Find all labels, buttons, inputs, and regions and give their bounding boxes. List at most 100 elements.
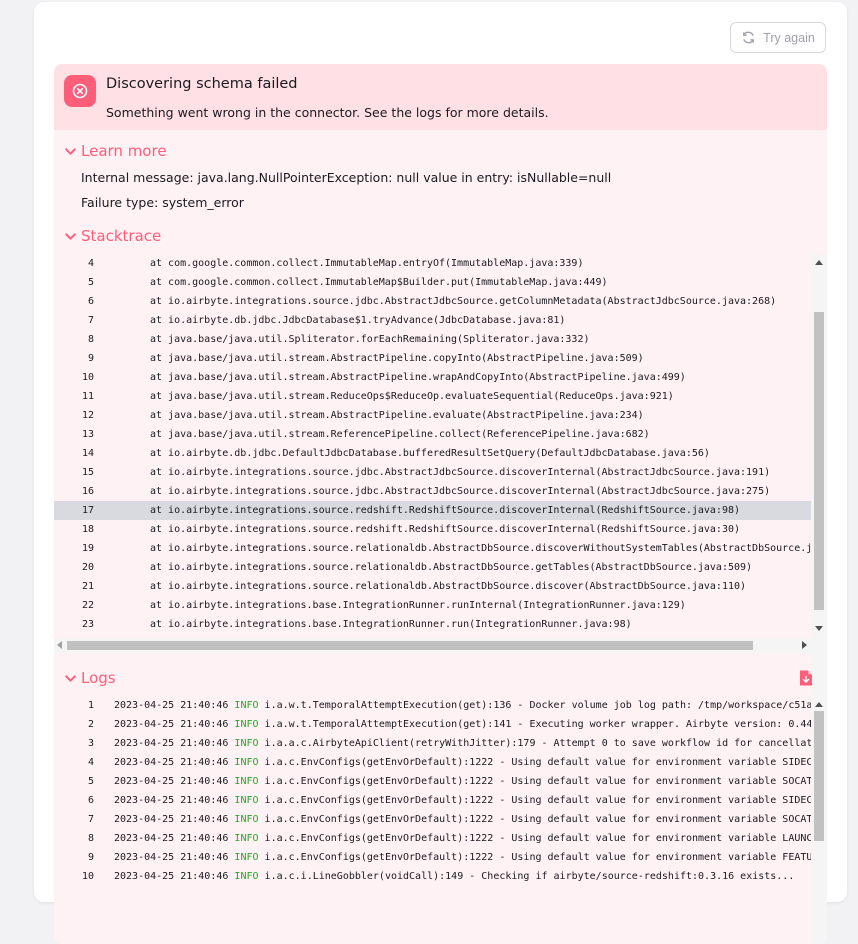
log-line: 9 2023-04-25 21:40:46 INFO i.a.c.EnvConfi… (54, 848, 811, 867)
log-timestamp: 2023-04-25 21:40:46 (114, 871, 229, 882)
line-number: 2 (87, 719, 94, 730)
stacktrace-horizontal-scrollbar[interactable] (54, 638, 811, 653)
line-number: 6 (87, 795, 94, 806)
line-number: 17 (81, 505, 94, 516)
line-text: at java.base/java.util.stream.AbstractPi… (150, 410, 644, 421)
log-line: 10 2023-04-25 21:40:46 INFO i.a.c.i.LineG… (54, 867, 811, 886)
log-line: 5 2023-04-25 21:40:46 INFO i.a.c.EnvConfi… (54, 772, 811, 791)
log-level: INFO (234, 833, 259, 844)
log-line: 4 2023-04-25 21:40:46 INFO i.a.c.EnvConfi… (54, 753, 811, 772)
stacktrace-line: 23 at io.airbyte.integrations.base.Integr… (54, 615, 811, 634)
line-text: at io.airbyte.integrations.base.Integrat… (150, 619, 632, 630)
chevron-down-icon (65, 674, 76, 682)
logs-title: Logs (81, 669, 116, 687)
stacktrace-viewer: 4 at com.google.common.collect.ImmutableM… (54, 254, 827, 828)
log-text: 2023-04-25 21:40:46 INFO i.a.c.EnvConfig… (94, 757, 811, 768)
learn-more-title: Learn more (81, 142, 167, 160)
log-message: i.a.c.EnvConfigs(getEnvOrDefault):1222 -… (264, 814, 811, 825)
log-line: 6 2023-04-25 21:40:46 INFO i.a.c.EnvConfi… (54, 791, 811, 810)
log-timestamp: 2023-04-25 21:40:46 (114, 852, 229, 863)
line-text: at java.base/java.util.stream.ReferenceP… (150, 429, 650, 440)
log-text: 2023-04-25 21:40:46 INFO i.a.w.t.Tempora… (94, 719, 811, 730)
log-line: 7 2023-04-25 21:40:46 INFO i.a.c.EnvConfi… (54, 810, 811, 829)
log-message: i.a.c.i.LineGobbler(voidCall):149 - Chec… (264, 871, 795, 882)
line-text: at io.airbyte.db.jdbc.JdbcDatabase$1.try… (150, 315, 566, 326)
log-message: i.a.c.EnvConfigs(getEnvOrDefault):1222 -… (264, 795, 811, 806)
stacktrace-toggle[interactable]: Stacktrace (64, 227, 161, 245)
log-text: 2023-04-25 21:40:46 INFO i.a.c.i.LineGob… (94, 871, 794, 882)
line-number: 4 (87, 757, 94, 768)
stacktrace-line: 14 at io.airbyte.db.jdbc.DefaultJdbcDatab… (54, 444, 811, 463)
line-text: at io.airbyte.integrations.source.jdbc.A… (150, 296, 777, 307)
line-number: 12 (81, 410, 94, 421)
line-text: at java.base/java.util.Spliterator.forEa… (150, 334, 590, 345)
line-number: 7 (87, 315, 94, 326)
line-text: at com.google.common.collect.ImmutableMa… (150, 277, 608, 288)
log-timestamp: 2023-04-25 21:40:46 (114, 776, 229, 787)
stacktrace-line: 8 at java.base/java.util.Spliterator.forE… (54, 330, 811, 349)
line-text: at io.airbyte.integrations.source.relati… (150, 543, 811, 554)
log-timestamp: 2023-04-25 21:40:46 (114, 814, 229, 825)
log-message: i.a.c.EnvConfigs(getEnvOrDefault):1222 -… (264, 757, 811, 768)
line-number: 15 (81, 467, 94, 478)
log-timestamp: 2023-04-25 21:40:46 (114, 738, 229, 749)
log-message: i.a.w.t.TemporalAttemptExecution(get):13… (264, 700, 811, 711)
stacktrace-line: 4 at com.google.common.collect.ImmutableM… (54, 254, 811, 273)
refresh-icon (743, 31, 755, 44)
logs-vertical-scrollbar[interactable] (811, 696, 827, 944)
stacktrace-title: Stacktrace (81, 227, 162, 245)
chevron-down-icon (65, 232, 76, 240)
download-file-icon[interactable] (798, 669, 814, 687)
learn-more-toggle[interactable]: Learn more (64, 142, 167, 160)
line-text: at io.airbyte.integrations.source.jdbc.A… (150, 486, 771, 497)
stacktrace-line: 16 at io.airbyte.integrations.source.jdbc… (54, 482, 811, 501)
line-text: at io.airbyte.integrations.source.relati… (150, 581, 747, 592)
stacktrace-line: 13 at java.base/java.util.stream.Referenc… (54, 425, 811, 444)
line-text: at java.base/java.util.stream.ReduceOps$… (150, 391, 674, 402)
line-text: at io.airbyte.integrations.source.jdbc.A… (150, 467, 771, 478)
log-timestamp: 2023-04-25 21:40:46 (114, 719, 229, 730)
scroll-right-arrow-icon[interactable] (802, 641, 807, 649)
line-number: 10 (81, 372, 94, 383)
stacktrace-scroll-thumb[interactable] (814, 312, 824, 610)
log-text: 2023-04-25 21:40:46 INFO i.a.w.t.Tempora… (94, 700, 811, 711)
line-number: 9 (87, 353, 94, 364)
stacktrace-line: 18 at io.airbyte.integrations.source.reds… (54, 520, 811, 539)
log-text: 2023-04-25 21:40:46 INFO i.a.c.EnvConfig… (94, 776, 811, 787)
line-number: 8 (87, 334, 94, 345)
log-text: 2023-04-25 21:40:46 INFO i.a.c.EnvConfig… (94, 795, 811, 806)
error-panel: Discovering schema failed Something went… (54, 64, 827, 944)
log-level: INFO (234, 738, 259, 749)
logs-scroll-thumb[interactable] (814, 711, 824, 841)
stacktrace-line: 10 at java.base/java.util.stream.Abstract… (54, 368, 811, 387)
line-number: 14 (81, 448, 94, 459)
log-message: i.a.a.c.AirbyteApiClient(retryWithJitter… (264, 738, 811, 749)
stacktrace-line: 19 at io.airbyte.integrations.source.rela… (54, 539, 811, 558)
stacktrace-line: 11 at java.base/java.util.stream.ReduceOp… (54, 387, 811, 406)
log-level: INFO (234, 871, 259, 882)
stacktrace-line: 6 at io.airbyte.integrations.source.jdbc.… (54, 292, 811, 311)
line-text: at com.google.common.collect.ImmutableMa… (150, 258, 584, 269)
log-text: 2023-04-25 21:40:46 INFO i.a.c.EnvConfig… (94, 814, 811, 825)
line-number: 21 (81, 581, 94, 592)
scroll-up-arrow-icon[interactable] (815, 260, 823, 265)
stacktrace-line: 5 at com.google.common.collect.ImmutableM… (54, 273, 811, 292)
chevron-down-icon (65, 147, 76, 155)
stacktrace-hscroll-thumb[interactable] (67, 641, 753, 650)
close-circle-icon (64, 75, 96, 107)
scroll-up-arrow-icon[interactable] (815, 702, 823, 707)
log-timestamp: 2023-04-25 21:40:46 (114, 833, 229, 844)
log-message: i.a.c.EnvConfigs(getEnvOrDefault):1222 -… (264, 852, 811, 863)
line-text: at java.base/java.util.stream.AbstractPi… (150, 372, 686, 383)
line-number: 1 (87, 700, 94, 711)
internal-message: Internal message: java.lang.NullPointerE… (81, 170, 612, 185)
scroll-down-arrow-icon[interactable] (815, 626, 823, 631)
log-level: INFO (234, 852, 259, 863)
log-line: 1 2023-04-25 21:40:46 INFO i.a.w.t.Tempor… (54, 696, 811, 715)
logs-toggle[interactable]: Logs (64, 669, 116, 687)
scroll-left-arrow-icon[interactable] (57, 641, 62, 649)
line-number: 16 (81, 486, 94, 497)
error-header: Discovering schema failed Something went… (54, 64, 827, 130)
log-level: INFO (234, 719, 259, 730)
try-again-button[interactable]: Try again (730, 22, 826, 53)
